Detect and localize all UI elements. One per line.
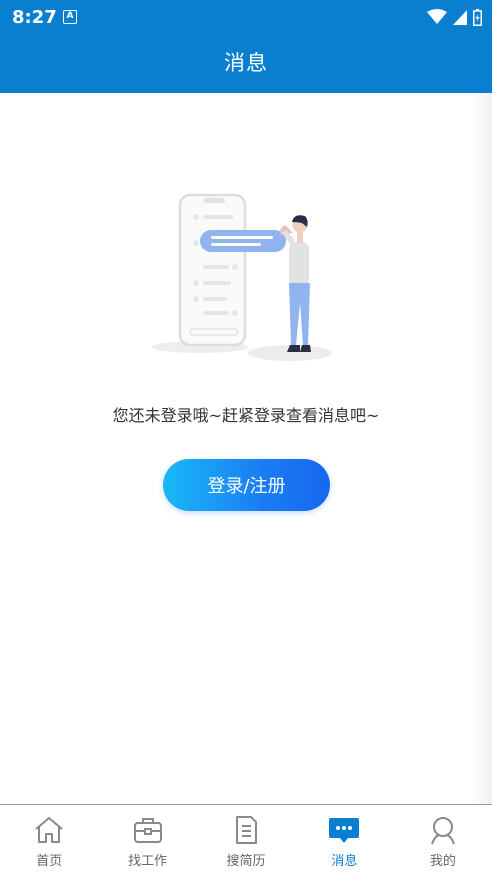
status-time: 8:27 xyxy=(12,7,57,28)
document-icon xyxy=(236,816,258,844)
edge-shadow xyxy=(470,93,492,804)
home-icon xyxy=(35,817,63,843)
profile-icon xyxy=(430,817,455,845)
wifi-icon xyxy=(427,9,447,24)
battery-icon xyxy=(473,8,482,26)
notification-app-icon: A xyxy=(63,10,77,24)
tab-messages[interactable]: 消息 xyxy=(295,805,393,874)
message-icon xyxy=(329,818,360,843)
tab-profile[interactable]: 我的 xyxy=(394,805,492,874)
tab-find-job-label: 找工作 xyxy=(128,854,168,869)
status-icons xyxy=(427,8,482,26)
tab-home[interactable]: 首页 xyxy=(0,805,98,874)
signal-icon xyxy=(453,9,467,25)
tab-search-resume[interactable]: 搜简历 xyxy=(197,805,295,874)
tab-find-job[interactable]: 找工作 xyxy=(98,805,196,874)
bottom-tab-bar: 首页 找工作 搜简历 消息 我的 xyxy=(0,804,492,874)
empty-state-message: 您还未登录哦~赶紧登录查看消息吧~ xyxy=(112,406,380,425)
status-bar: 8:27 A xyxy=(0,0,492,34)
briefcase-icon xyxy=(133,818,162,843)
tab-search-resume-label: 搜简历 xyxy=(226,854,266,869)
tab-messages-label: 消息 xyxy=(331,854,358,869)
tab-home-label: 首页 xyxy=(36,854,63,869)
app-header: 消息 xyxy=(0,34,492,93)
tab-profile-label: 我的 xyxy=(429,854,456,869)
login-register-button[interactable]: 登录/注册 xyxy=(163,459,330,511)
person-with-phone-illustration xyxy=(152,193,332,361)
page-title: 消息 xyxy=(224,51,268,75)
